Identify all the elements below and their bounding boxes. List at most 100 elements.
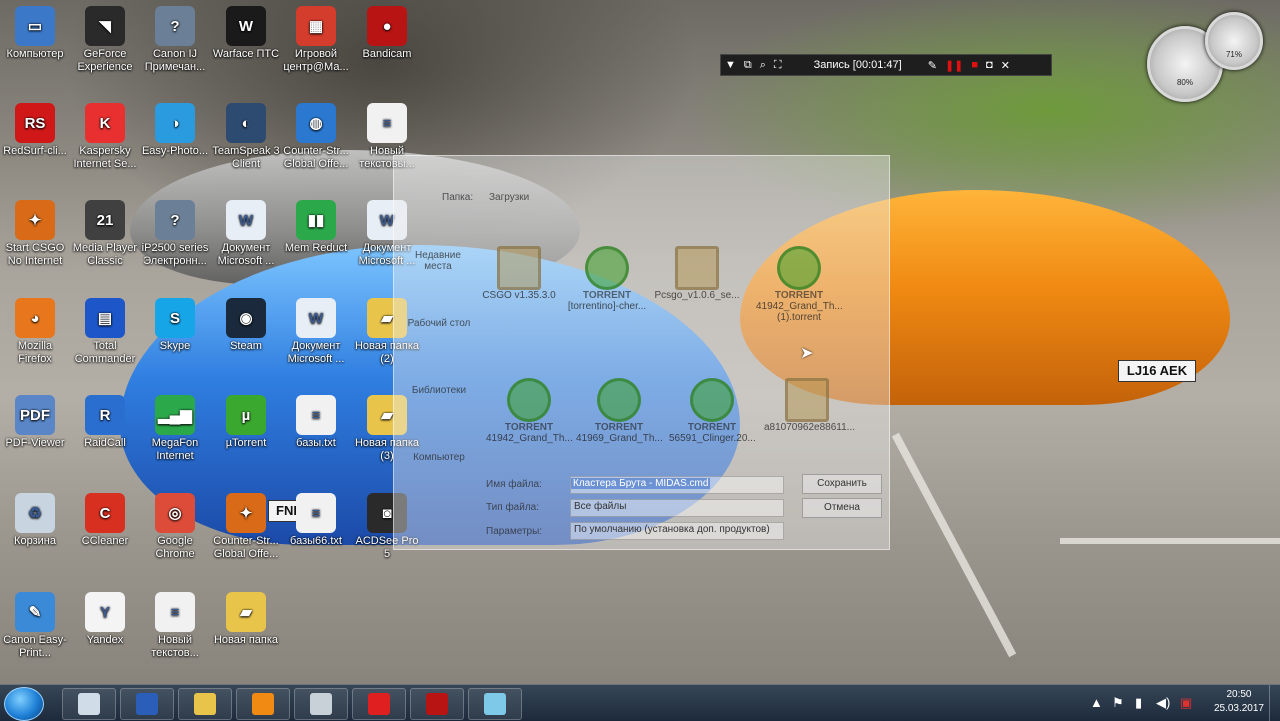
- desktop-icon[interactable]: 21 Media Player Classic: [70, 200, 140, 268]
- sidebar-libraries[interactable]: Библиотеки: [402, 385, 476, 396]
- pause-icon[interactable]: ❚❚: [945, 59, 963, 72]
- desktop-icon[interactable]: ▰ Новая папка: [211, 592, 281, 647]
- file-item[interactable]: TORRENT 41942_Grand_Th... (1).torrent: [756, 246, 843, 323]
- taskbar-file-explorer[interactable]: [178, 688, 232, 720]
- desktop-icon[interactable]: W Документ Microsoft ...: [281, 298, 351, 366]
- select-region-icon[interactable]: ⛶: [774, 59, 782, 72]
- sidebar-computer[interactable]: Компьютер: [402, 452, 476, 463]
- file-item[interactable]: TORRENT [torrentino]-cher...: [564, 246, 650, 312]
- taskbar-app[interactable]: [468, 688, 522, 720]
- network-icon[interactable]: ▣: [1180, 685, 1192, 721]
- desktop-icon-label: Media Player Classic: [72, 242, 138, 267]
- desktop-icon[interactable]: K Kaspersky Internet Se...: [70, 103, 140, 171]
- file-item[interactable]: CSGO v1.35.3.0: [476, 246, 562, 301]
- filetype-select[interactable]: Все файлы: [570, 499, 784, 517]
- raidcall-icon: R: [85, 395, 125, 435]
- desktop-icon[interactable]: ◐ TeamSpeak 3 Client: [211, 103, 281, 171]
- stop-icon[interactable]: ■: [971, 59, 978, 71]
- save-button[interactable]: Сохранить: [802, 474, 882, 494]
- taskbar-calculator[interactable]: [294, 688, 348, 720]
- file-item[interactable]: Pcsgo_v1.0.6_se...: [654, 246, 740, 301]
- desktop-icon[interactable]: Y Yandex: [70, 592, 140, 647]
- desktop-icon[interactable]: ◑ Easy-Photo...: [140, 103, 210, 158]
- torrent-file-icon: [777, 246, 821, 290]
- desktop-icon[interactable]: ▂▄▆ MegaFon Internet: [140, 395, 210, 463]
- total-commander-icon: ▤: [85, 298, 125, 338]
- folder-label: Папка:: [442, 192, 474, 203]
- file-item[interactable]: a81070962e88611...: [764, 378, 855, 433]
- taskbar-explorer-window[interactable]: [62, 688, 116, 720]
- desktop-icon[interactable]: ▭ Компьютер: [0, 6, 70, 61]
- camera-icon[interactable]: ◘: [986, 59, 993, 71]
- sidebar-desktop[interactable]: Рабочий стол: [402, 318, 476, 329]
- cancel-button[interactable]: Отмена: [802, 498, 882, 518]
- desktop-icon[interactable]: ✦ Start CSGO No Internet: [0, 200, 70, 268]
- desktop-icon-label: базы.txt: [296, 437, 336, 449]
- usb-device-icon[interactable]: ▮: [1135, 685, 1142, 721]
- file-name: 41942_Grand_Th... (1).torrent: [756, 301, 843, 323]
- desktop-icon[interactable]: ✎ Canon Easy-Print...: [0, 592, 70, 660]
- canon-manual-icon: ?: [155, 200, 195, 240]
- desktop-icon[interactable]: ● Bandicam: [352, 6, 422, 61]
- file-item[interactable]: TORRENT 41942_Grand_Th...: [486, 378, 573, 444]
- mouse-cursor-icon: ➤: [800, 345, 814, 362]
- search-icon[interactable]: ⌕: [760, 59, 766, 72]
- params-select[interactable]: По умолчанию (установка доп. продуктов): [570, 522, 784, 540]
- close-icon[interactable]: ✕: [1001, 59, 1010, 72]
- clock[interactable]: 20:50 25.03.2017: [1214, 688, 1264, 716]
- taskbar-yandex-browser[interactable]: [352, 688, 406, 720]
- skype-icon: S: [155, 298, 195, 338]
- file-item[interactable]: TORRENT 56591_Clinger.20...: [669, 378, 756, 444]
- tray-expand-icon[interactable]: ▲: [1090, 685, 1103, 721]
- filename-input[interactable]: Кластера Брута - MIDAS.cmd: [570, 476, 784, 494]
- desktop-icon[interactable]: ◎ Google Chrome: [140, 493, 210, 561]
- desktop-icon[interactable]: ◕ Mozilla Firefox: [0, 298, 70, 366]
- desktop-icon[interactable]: S Skype: [140, 298, 210, 353]
- desktop-icon[interactable]: RS RedSurf-cli...: [0, 103, 70, 158]
- desktop-icon-label: Canon IJ Примечан...: [144, 48, 206, 73]
- desktop-icon[interactable]: R RaidCall: [70, 395, 140, 450]
- file-name: a81070962e88611...: [764, 422, 856, 433]
- file-item[interactable]: TORRENT 41969_Grand_Th...: [576, 378, 663, 444]
- desktop-icon-label: Google Chrome: [155, 535, 195, 560]
- csgo-icon: ◍: [296, 103, 336, 143]
- bandicam-record-toolbar[interactable]: ▼ ⧉ ⌕ ⛶ Запись [00:01:47] ✎ ❚❚ ■ ◘ ✕: [720, 54, 1052, 76]
- chevron-down-icon[interactable]: ▼: [725, 59, 736, 71]
- desktop-icon[interactable]: ▦ Игровой центр@Ма...: [281, 6, 351, 74]
- memory-gauge-gadget[interactable]: 71%: [1205, 12, 1263, 70]
- volume-icon[interactable]: ◀): [1156, 685, 1170, 721]
- desktop-icon[interactable]: ? iP2500 series Электронн...: [140, 200, 210, 268]
- desktop-icon[interactable]: ✦ Counter-Str... Global Offe...: [211, 493, 281, 561]
- folder-select[interactable]: Загрузки: [489, 192, 709, 203]
- desktop-icon[interactable]: C CCleaner: [70, 493, 140, 548]
- yandex-icon: [368, 693, 390, 715]
- taskbar-bandicam[interactable]: [410, 688, 464, 720]
- word-icon: [136, 693, 158, 715]
- desktop-icon[interactable]: ▤ Total Commander: [70, 298, 140, 366]
- desktop-icon[interactable]: ≡ базы66.txt: [281, 493, 351, 548]
- torrent-file-icon: [507, 378, 551, 422]
- desktop-icon[interactable]: W Документ Microsoft ...: [211, 200, 281, 268]
- desktop-icon[interactable]: µ µTorrent: [211, 395, 281, 450]
- sidebar-recent[interactable]: Недавние места: [408, 250, 468, 272]
- show-desktop-button[interactable]: [1269, 685, 1280, 721]
- taskbar-word[interactable]: [120, 688, 174, 720]
- desktop-icon[interactable]: W Warface ПТС: [211, 6, 281, 61]
- pencil-icon[interactable]: ✎: [928, 59, 937, 72]
- desktop-icon-label: Start CSGO No Internet: [5, 242, 65, 267]
- restore-window-icon[interactable]: ⧉: [744, 59, 752, 72]
- taskbar-media-player[interactable]: [236, 688, 290, 720]
- desktop-icon[interactable]: ▮▮ Mem Reduct: [281, 200, 351, 255]
- action-center-flag-icon[interactable]: ⚑: [1112, 685, 1124, 721]
- save-file-dialog[interactable]: Папка: Загрузки Недавние места Рабочий с…: [393, 155, 890, 550]
- desktop-icon-label: Yandex: [86, 634, 124, 646]
- desktop-icon[interactable]: ≡ базы.txt: [281, 395, 351, 450]
- desktop-icon[interactable]: ♻ Корзина: [0, 493, 70, 548]
- desktop-icon[interactable]: ? Canon IJ Примечан...: [140, 6, 210, 74]
- desktop-icon[interactable]: ◉ Steam: [211, 298, 281, 353]
- desktop-icon[interactable]: ◥ GeForce Experience: [70, 6, 140, 74]
- desktop-icon[interactable]: ◍ Counter-Str... Global Offe...: [281, 103, 351, 171]
- start-button[interactable]: [4, 687, 44, 721]
- desktop-icon[interactable]: ≡ Новый текстов...: [140, 592, 210, 660]
- desktop-icon[interactable]: PDF PDF-Viewer: [0, 395, 70, 450]
